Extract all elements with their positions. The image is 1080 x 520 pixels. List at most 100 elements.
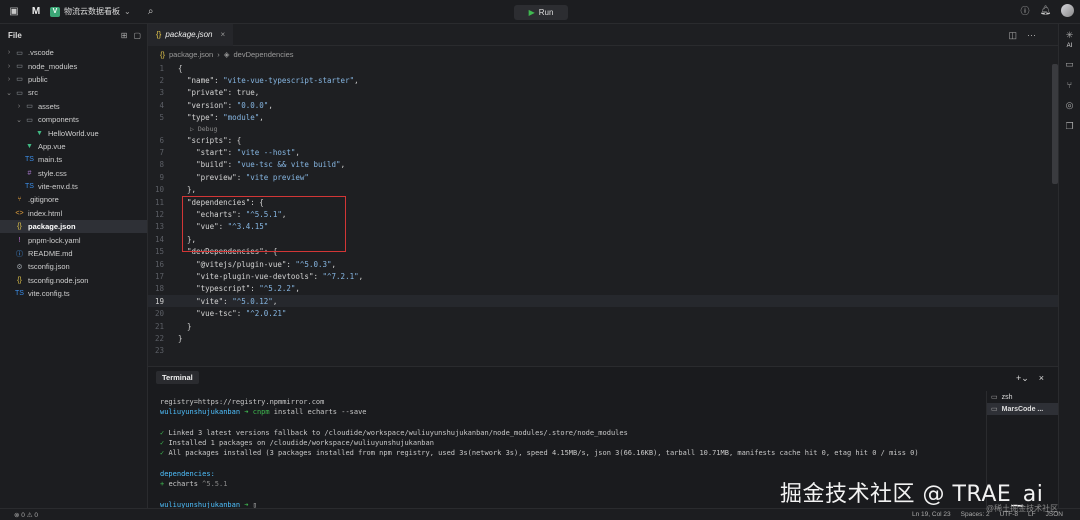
code-line[interactable]: 2 "name": "vite-vue-typescript-starter", [148,74,1058,86]
line-number: 20 [154,309,164,319]
help-icon[interactable]: ⓘ [1021,4,1030,17]
editor-area: {} package.json × ◫ ⋯ {} package.json › … [148,23,1058,365]
file-item[interactable]: ! pnpm-lock.yaml [0,233,147,246]
chevron-right-icon: › [7,75,11,83]
sidebar-toggle-icon[interactable]: ▣ [6,4,22,20]
file-icon[interactable]: ▭ [1065,59,1074,70]
add-terminal-icon[interactable]: +⌄ [1016,373,1029,384]
code-line[interactable]: ▷ Debug [148,124,1058,134]
error-count: 0 [21,511,25,519]
code-line[interactable]: 8 "build": "vue-tsc && vite build", [148,159,1058,171]
code-line[interactable]: 20 "vue-tsc": "^2.0.21" [148,307,1058,319]
line-number: 13 [154,222,164,232]
preview-eye-icon[interactable]: ◎ [1066,100,1074,111]
code-line[interactable]: 22} [148,332,1058,344]
tree-item-label: public [28,74,48,84]
folder-icon: ▭ [26,103,33,111]
folder-item[interactable]: › ▭ assets [0,100,147,113]
css-icon: # [27,169,32,177]
terminal-line: ✓ All packages installed (3 packages ins… [160,448,980,458]
problems-indicator[interactable]: ⊗ 0 ⚠ 0 [14,511,38,519]
file-item[interactable]: TS main.ts [0,153,147,166]
code-line[interactable]: 9 "preview": "vite preview" [148,171,1058,183]
code-line[interactable]: 1{ [148,62,1058,74]
breadcrumb-file[interactable]: package.json [169,50,213,59]
file-item[interactable]: TS vite.config.ts [0,287,147,300]
chevron-right-icon: › [7,49,11,57]
tab-terminal[interactable]: Terminal [156,370,199,384]
tree-item-label: index.html [28,208,63,218]
tab-package-json[interactable]: {} package.json × [148,23,234,46]
line-number: 17 [154,271,164,281]
folder-item[interactable]: › ▭ .vscode [0,46,147,59]
code-line[interactable]: 16 "@vitejs/plugin-vue": "^5.0.3", [148,258,1058,270]
code-line[interactable]: 3 "private": true, [148,87,1058,99]
breadcrumb: {} package.json › ◈ devDependencies [148,46,1058,62]
code-line[interactable]: 5 "type": "module", [148,112,1058,124]
folder-item[interactable]: › ▭ node_modules [0,59,147,72]
tree-item-label: package.json [28,222,76,232]
search-icon[interactable]: ⌕ [143,4,159,20]
json-icon: {} [17,276,22,284]
bell-icon[interactable]: 🔔︎ [1040,5,1051,16]
session-label: MarsCode ... [1001,405,1044,413]
breadcrumb-symbol[interactable]: devDependencies [234,50,294,59]
close-icon[interactable]: × [221,30,226,39]
avatar[interactable] [1061,4,1074,17]
terminal-line: wuliuyunshujukanban ➜ cnpm install echar… [160,407,980,417]
code-line[interactable]: 4 "version": "0.0.0", [148,99,1058,111]
file-item[interactable]: {} package.json [0,220,147,234]
title-bar: ▣ M V 物流云数据看板 ⌄ ⌕ ▶ Run ⓘ 🔔︎ [0,0,1080,24]
git-branch-icon[interactable]: ⑂ [1067,80,1072,90]
session-label: zsh [1001,393,1013,401]
code-text: "version": "0.0.0", [187,100,273,110]
run-label: Run [538,8,554,17]
code-line[interactable]: 18 "typescript": "^5.2.2", [148,283,1058,295]
more-icon[interactable]: ⋯ [1027,30,1036,41]
file-item[interactable]: ⚙ tsconfig.json [0,260,147,273]
new-file-icon[interactable]: ⊞ [121,31,128,40]
code-text: "vite": "^5.0.12", [196,296,278,306]
run-button[interactable]: ▶ Run [514,5,568,20]
terminal-line: ✓ Linked 3 latest versions fallback to /… [160,428,980,438]
code-line[interactable]: 10 }, [148,184,1058,196]
code-line[interactable]: 6 "scripts": { [148,134,1058,146]
code-line[interactable]: 19 "vite": "^5.0.12", [148,295,1058,308]
file-item[interactable]: ▼ HelloWorld.vue [0,126,147,139]
tree-item-label: pnpm-lock.yaml [28,235,81,245]
layers-icon[interactable]: ❐ [1065,121,1073,132]
folder-item[interactable]: ⌄ ▭ components [0,113,147,126]
debug-codelens[interactable]: ▷ Debug [178,125,217,133]
code-line[interactable]: 23 [148,345,1058,357]
project-switcher[interactable]: V 物流云数据看板 ⌄ [50,6,131,17]
terminal-text: ➜ [244,408,253,417]
folder-item[interactable]: ⌄ ▭ src [0,86,147,99]
new-folder-icon[interactable]: ▢ [133,31,141,40]
file-item[interactable]: # style.css [0,167,147,180]
chevron-right-icon: › [7,62,11,70]
tree-item-label: main.ts [38,155,63,165]
line-number: 7 [159,148,164,158]
file-item[interactable]: TS vite-env.d.ts [0,180,147,193]
code-text: "vue-tsc": "^2.0.21" [196,309,287,319]
file-item[interactable]: {} tsconfig.node.json [0,274,147,287]
json-file-icon: {} [156,30,162,39]
code-line[interactable]: 17 "vite-plugin-vue-devtools": "^7.2.1", [148,270,1058,282]
code-line[interactable]: 7 "start": "vite --host", [148,146,1058,158]
file-item[interactable]: ▼ App.vue [0,140,147,153]
terminal-session[interactable]: ▭ zsh [987,391,1058,403]
split-editor-icon[interactable]: ◫ [1008,30,1017,41]
folder-item[interactable]: › ▭ public [0,73,147,86]
json-icon: {} [17,223,22,231]
code-text: "start": "vite --host", [196,148,300,158]
chevron-down-icon: ⌄ [6,89,12,97]
file-item[interactable]: ⑂ .gitignore [0,193,147,206]
code-line[interactable]: 21 } [148,320,1058,332]
close-icon[interactable]: × [1039,373,1044,384]
cursor-position[interactable]: Ln 19, Col 23 [912,511,951,518]
ai-sparkle-icon[interactable]: ✳ [1066,30,1074,41]
file-item[interactable]: ⓘ README.md [0,247,147,260]
terminal-session[interactable]: ▭ MarsCode ... [987,403,1058,415]
file-item[interactable]: <> index.html [0,207,147,220]
